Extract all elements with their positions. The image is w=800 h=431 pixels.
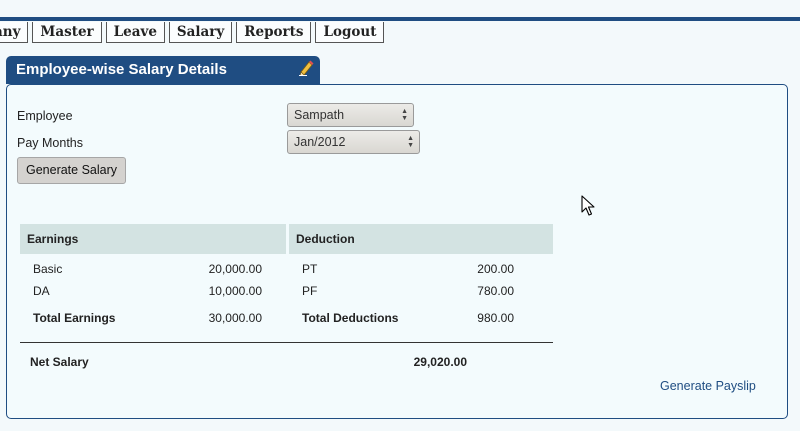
divider <box>20 342 553 343</box>
pay-months-label: Pay Months <box>17 136 84 150</box>
earnings-header: Earnings <box>27 232 79 246</box>
deduction-amount: 780.00 <box>477 284 514 298</box>
deduction-header: Deduction <box>296 232 355 246</box>
pencil-edit-icon[interactable] <box>298 60 314 76</box>
mouse-pointer-icon <box>581 195 595 216</box>
generate-salary-button[interactable]: Generate Salary <box>17 157 126 184</box>
pay-months-select[interactable]: Jan/2012 ▲ ▼ <box>287 130 420 154</box>
employee-select[interactable]: Sampath ▲ ▼ <box>287 103 414 127</box>
deduction-name: PF <box>302 284 318 298</box>
earning-name: Basic <box>33 262 63 276</box>
earning-amount: 20,000.00 <box>208 262 262 276</box>
total-deductions-label: Total Deductions <box>302 311 399 325</box>
net-salary-value: 29,020.00 <box>413 355 467 369</box>
total-earnings-value: 30,000.00 <box>208 311 262 325</box>
menu-item-logout[interactable]: Logout <box>315 22 385 43</box>
panel-title: Employee-wise Salary Details <box>16 61 227 78</box>
main-menu: any Master Leave Salary Reports Logout <box>0 22 385 44</box>
top-accent-bar <box>0 17 800 21</box>
earnings-header-cell: Earnings <box>20 224 286 254</box>
total-earnings-label: Total Earnings <box>33 311 116 325</box>
employee-select-value: Sampath <box>294 108 345 122</box>
menu-item-leave[interactable]: Leave <box>105 22 165 43</box>
menu-item-master[interactable]: Master <box>32 22 102 43</box>
select-arrows-icon: ▲ ▼ <box>401 108 408 122</box>
pay-months-select-value: Jan/2012 <box>294 135 346 149</box>
employee-label: Employee <box>17 109 73 123</box>
earning-amount: 10,000.00 <box>208 284 262 298</box>
earning-name: DA <box>33 284 50 298</box>
net-salary-label: Net Salary <box>30 355 89 369</box>
deduction-name: PT <box>302 262 318 276</box>
menu-item-company[interactable]: any <box>0 22 29 43</box>
select-arrows-icon: ▲ ▼ <box>407 135 414 149</box>
total-deductions-value: 980.00 <box>477 311 514 325</box>
menu-item-salary[interactable]: Salary <box>168 22 233 43</box>
deduction-amount: 200.00 <box>477 262 514 276</box>
generate-payslip-link[interactable]: Generate Payslip <box>660 379 756 393</box>
panel-header: Employee-wise Salary Details <box>6 56 320 84</box>
menu-item-reports[interactable]: Reports <box>236 22 312 43</box>
deduction-header-cell: Deduction <box>289 224 553 254</box>
